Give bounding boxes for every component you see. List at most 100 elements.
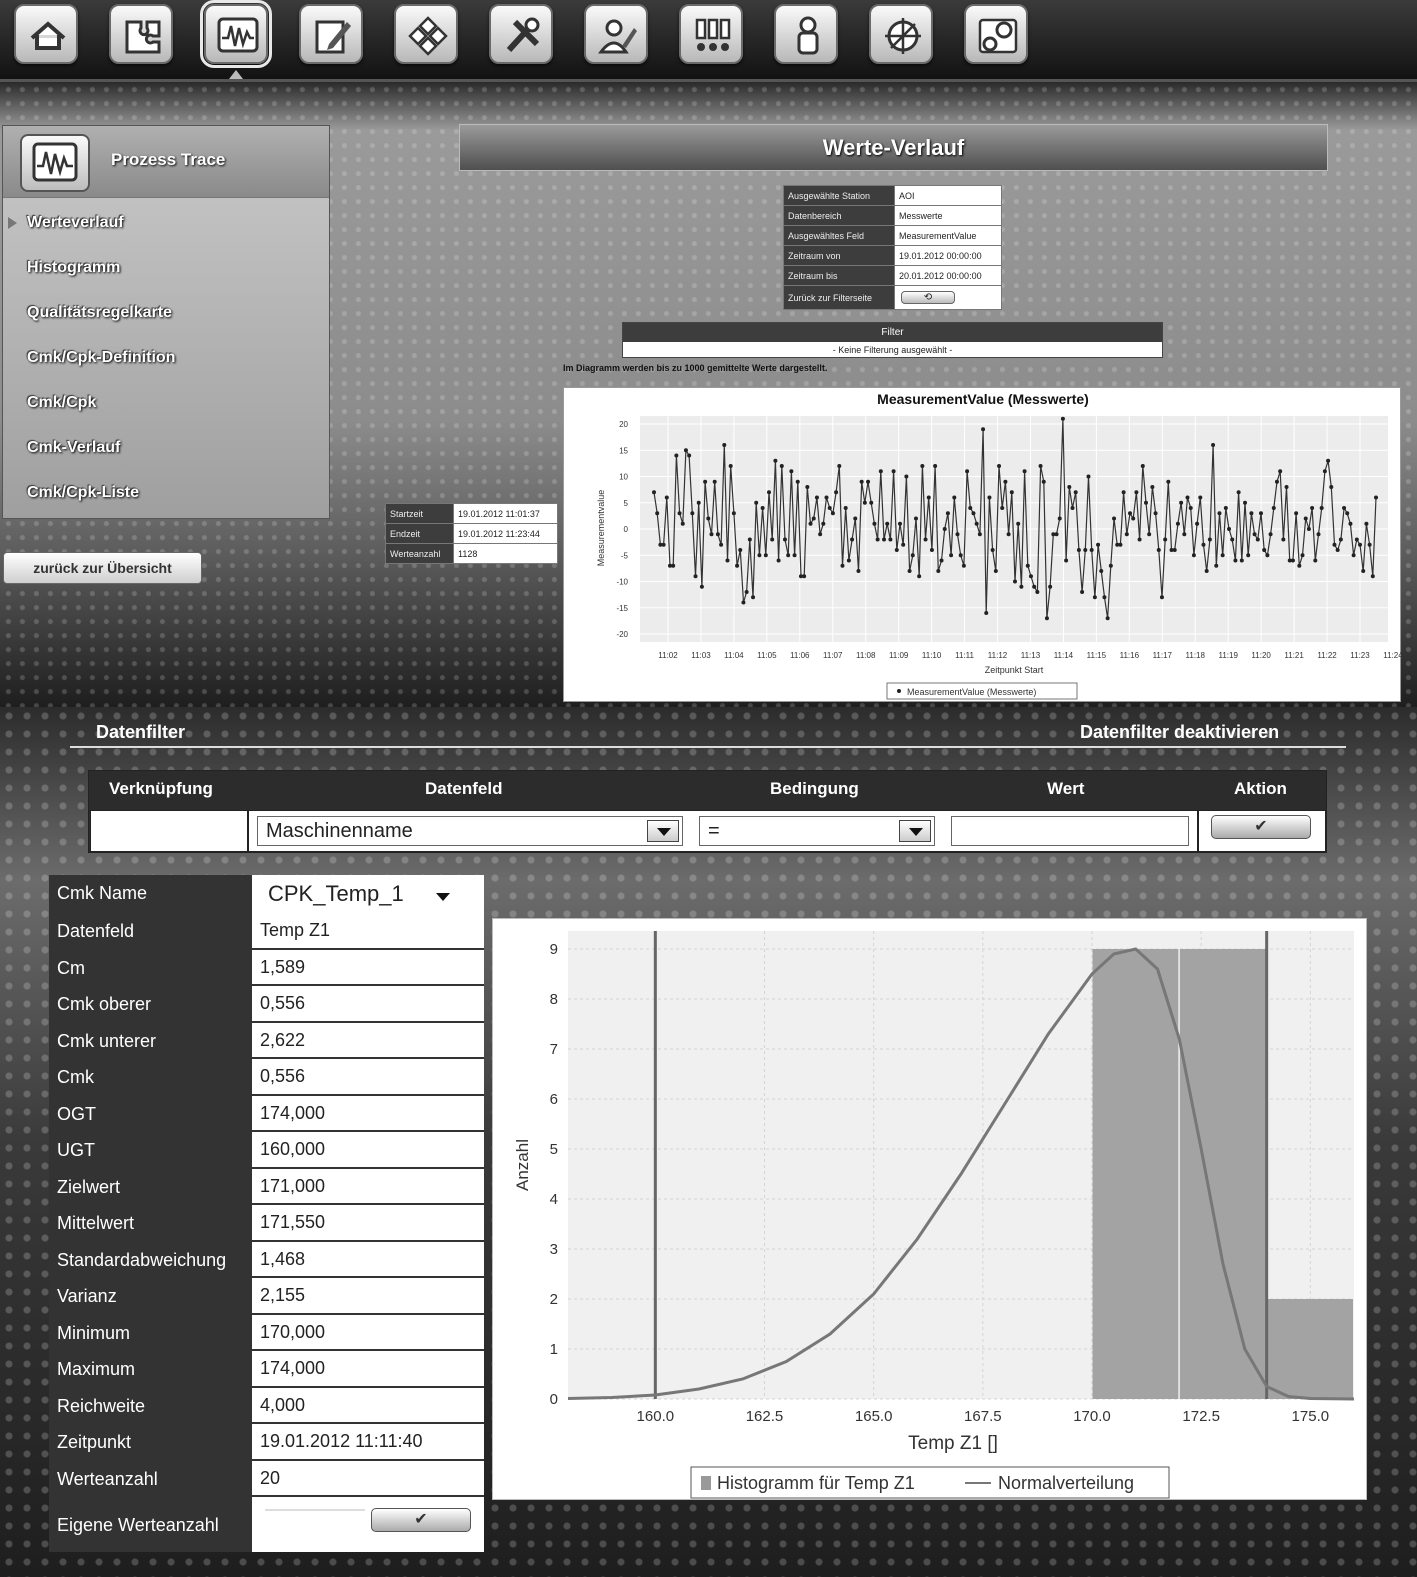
trace-data-point [869, 500, 874, 505]
table-row: OGT 174,000 [49, 1095, 484, 1132]
filter-status: - Keine Filterung ausgewählt - [832, 345, 953, 355]
menu-item-histogramm[interactable]: Histogramm [27, 259, 120, 277]
datenfilter-deactivate-link[interactable]: Datenfilter deaktivieren [1080, 722, 1279, 743]
histogram-legend-bar-icon [701, 1476, 711, 1490]
trace-data-point [1195, 521, 1200, 526]
trace-data-point [1265, 553, 1270, 558]
trace-data-point [1156, 548, 1161, 552]
trace-x-tick-label: 11:10 [922, 651, 942, 660]
trace-data-point [1105, 616, 1110, 621]
trace-data-point [782, 537, 787, 542]
back-to-filter-button[interactable]: ⟲ [901, 291, 955, 304]
trace-data-point [1060, 416, 1065, 421]
trace-data-point [878, 469, 883, 474]
trace-data-point [1134, 490, 1139, 495]
histogram-legend-label: Histogramm für Temp Z1 [717, 1473, 915, 1493]
verknuepfung-cell [90, 810, 248, 852]
own-count-apply-button[interactable]: ✔ [371, 1508, 471, 1532]
cmk-name-select[interactable]: CPK_Temp_1 [252, 875, 484, 913]
trace-data-point [1271, 506, 1276, 510]
alerts-icon [695, 18, 731, 51]
trace-data-point [1201, 542, 1206, 547]
side-menu: Prozess Trace Werteverlauf Histogramm Qu… [2, 125, 330, 519]
trace-data-point [968, 506, 973, 510]
trace-data-point [1358, 542, 1363, 547]
trace-data-point [1361, 569, 1366, 573]
chevron-down-icon[interactable] [647, 820, 679, 842]
menu-item-cmk-verlauf[interactable]: Cmk-Verlauf [27, 439, 120, 457]
trace-data-point [885, 521, 890, 526]
puzzle-icon [125, 20, 161, 54]
trace-data-point [1035, 590, 1040, 594]
modules-button[interactable] [394, 4, 458, 64]
info-value: 20.01.2012 00:00:00 [894, 265, 1002, 286]
trace-data-point [923, 537, 928, 542]
trace-x-tick-label: 11:24 [1383, 651, 1402, 660]
trace-data-point [827, 506, 832, 510]
menu-item-werteverlauf[interactable]: Werteverlauf [27, 214, 124, 232]
cmk-name-label: Cmk Name [57, 883, 148, 903]
person-button[interactable] [774, 4, 838, 64]
apply-filter-button[interactable]: ✔ [1211, 815, 1311, 839]
alerts-button[interactable] [679, 4, 743, 64]
trace-data-point [1022, 469, 1027, 474]
cmk-field-value: 20 [252, 1460, 484, 1497]
datenfeld-select[interactable]: Maschinenname [257, 816, 683, 846]
cmk-field-label: Zielwert [57, 1176, 121, 1197]
table-row: Zielwert 171,000 [49, 1168, 484, 1205]
trace-data-point [1274, 479, 1279, 484]
tools-button[interactable] [489, 4, 553, 64]
trace-data-point [738, 548, 743, 552]
histogram-y-tick-label: 2 [550, 1291, 558, 1308]
trace-data-point [674, 453, 679, 458]
cmk-field-value: 19.01.2012 11:11:40 [252, 1424, 484, 1461]
trace-data-point [1239, 558, 1244, 563]
trace-data-point [955, 532, 960, 537]
process-trace-button[interactable] [200, 0, 272, 68]
trace-data-point [862, 500, 867, 505]
menu-item-cmk-cpk[interactable]: Cmk/Cpk [27, 394, 96, 412]
modules-puzzle-button[interactable] [109, 4, 173, 64]
menu-item-qualitaetsregelkarte[interactable]: Qualitätsregelkarte [27, 304, 172, 322]
trace-chart-svg: MeasurementValue (Messwerte) 20 15 10 5 0 -5 -… [596, 391, 1403, 700]
trace-x-tick-label: 11:04 [724, 651, 744, 660]
trace-data-point [1048, 584, 1053, 589]
trace-y-tick-label: -20 [616, 630, 628, 639]
menu-item-cmk-cpk-liste[interactable]: Cmk/Cpk-Liste [27, 484, 139, 502]
trace-legend-marker-icon [897, 689, 901, 693]
cmk-field-value: 171,000 [252, 1168, 484, 1205]
trace-data-point [904, 474, 909, 479]
menu-item-cmk-cpk-definition[interactable]: Cmk/Cpk-Definition [27, 349, 175, 367]
back-to-overview-button[interactable]: zurück zur Übersicht [3, 552, 202, 584]
trace-data-point [1172, 548, 1177, 552]
edit-button[interactable] [299, 4, 363, 64]
trace-data-point [1019, 584, 1024, 589]
filter-box: Filter - Keine Filterung ausgewählt - [622, 322, 1163, 358]
info-label: Datenbereich [783, 205, 895, 226]
settings-button[interactable] [964, 4, 1028, 64]
datenfilter-title: Datenfilter [96, 722, 186, 742]
histogram-x-tick-label: 160.0 [637, 1408, 675, 1425]
compass-button[interactable] [869, 4, 933, 64]
trace-data-point [856, 569, 861, 573]
histogram-bar [1179, 949, 1266, 1399]
trace-data-point [1223, 506, 1228, 510]
trace-data-point [1182, 532, 1187, 537]
trace-data-point [929, 548, 934, 552]
wert-input[interactable] [951, 816, 1189, 846]
own-count-input[interactable] [265, 1509, 365, 1511]
bedingung-select[interactable]: = [699, 816, 935, 846]
trace-data-point [1118, 542, 1123, 547]
home-button[interactable] [14, 4, 78, 64]
info-label: Zeitraum von [783, 245, 895, 266]
bedingung-select-value: = [708, 820, 720, 842]
histogram-y-tick-label: 7 [550, 1041, 558, 1058]
cmk-field-value: 1,468 [252, 1241, 484, 1278]
chevron-down-icon[interactable] [899, 820, 931, 842]
back-to-filter-cell: ⟲ [894, 285, 1002, 310]
trace-data-point [1013, 579, 1017, 584]
trace-data-point [1003, 479, 1008, 484]
trace-data-point [655, 511, 660, 516]
user-edit-button[interactable] [584, 4, 648, 64]
checkmark-icon: ✔ [414, 1511, 428, 1528]
